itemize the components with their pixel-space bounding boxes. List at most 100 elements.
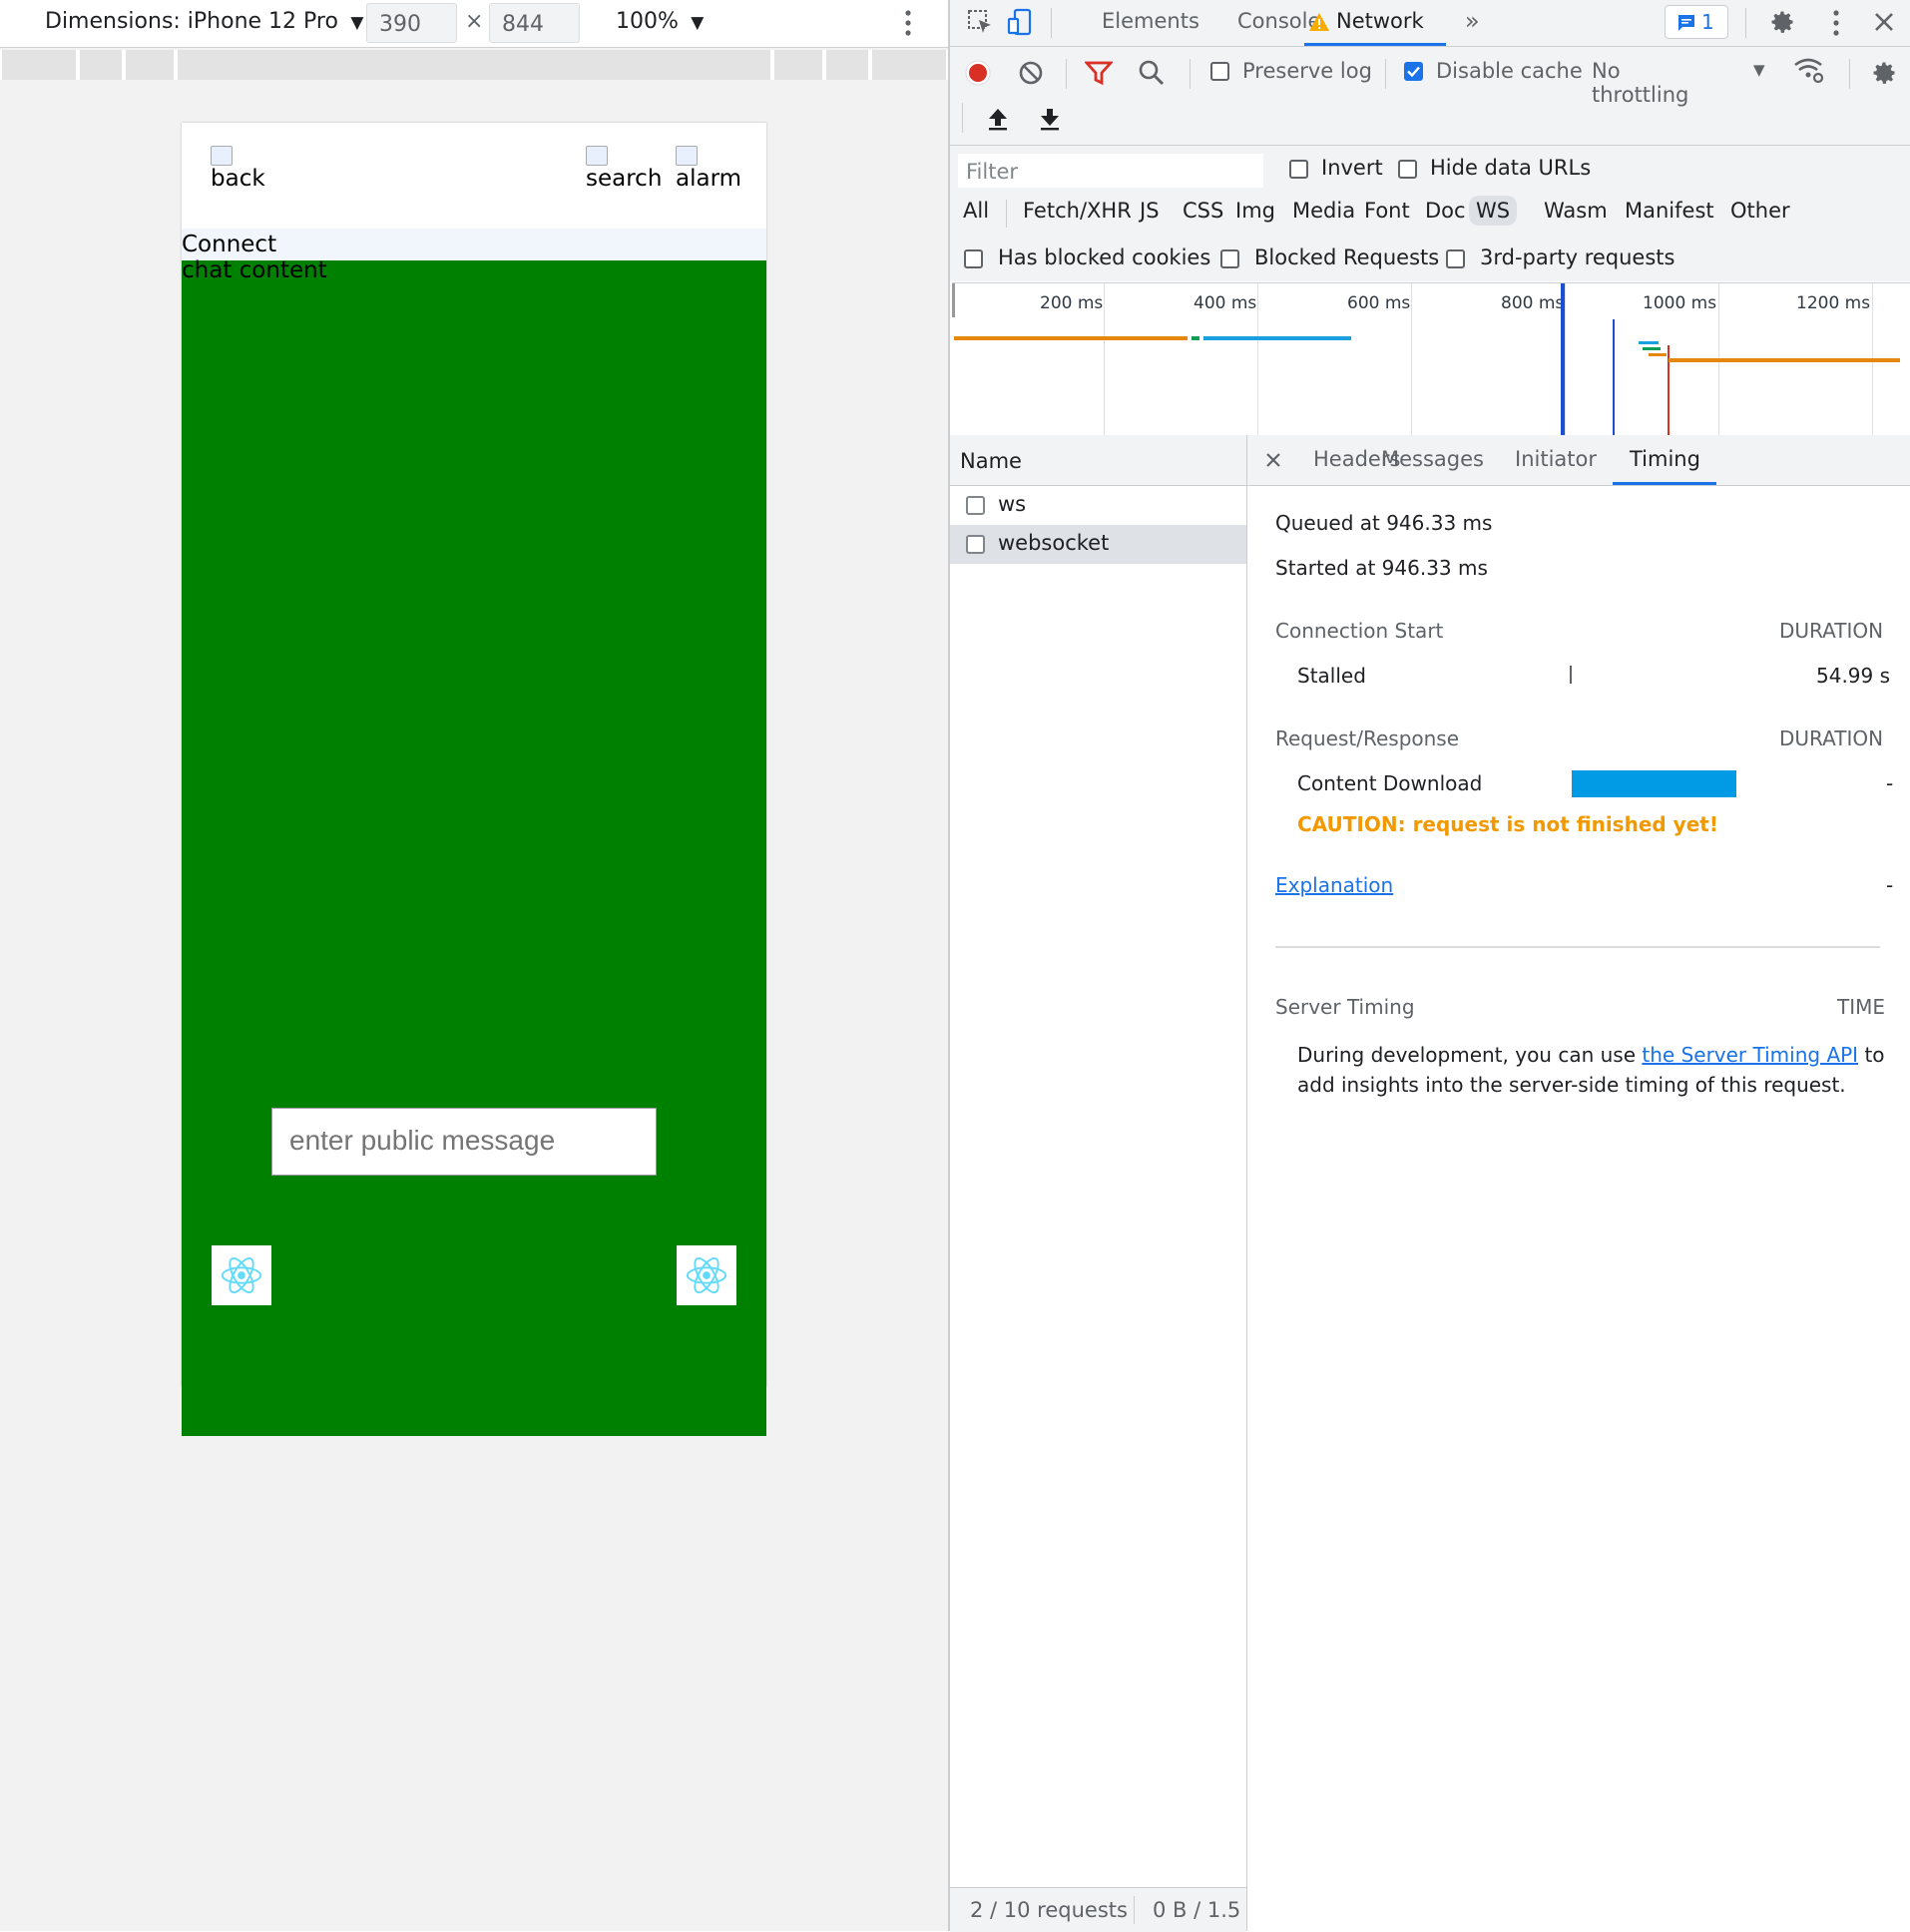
- third-party-requests-checkbox[interactable]: [1446, 249, 1465, 268]
- phone-screen: back search alarm Connect chat content e…: [182, 123, 766, 1436]
- filter-type-manifest[interactable]: Manifest: [1618, 196, 1721, 226]
- more-tabs-icon[interactable]: »: [1465, 7, 1480, 35]
- settings-gear-icon[interactable]: [1766, 6, 1798, 38]
- media-query-ruler[interactable]: [0, 50, 948, 80]
- filter-type-js[interactable]: JS: [1133, 196, 1167, 226]
- device-toolbar-toggle-icon[interactable]: [1004, 6, 1036, 38]
- network-settings-gear-icon[interactable]: [1868, 57, 1900, 89]
- network-conditions-icon[interactable]: [1793, 55, 1825, 87]
- filter-type-other[interactable]: Other: [1723, 196, 1797, 226]
- warning-icon: [1309, 13, 1329, 31]
- close-devtools-icon[interactable]: [1868, 6, 1900, 38]
- import-har-icon[interactable]: [982, 103, 1014, 135]
- connect-bar[interactable]: Connect: [182, 229, 766, 260]
- request-row-websocket[interactable]: websocket: [950, 525, 1246, 564]
- public-message-input[interactable]: enter public message: [271, 1108, 657, 1176]
- filter-type-doc[interactable]: Doc: [1418, 196, 1473, 226]
- tick-label: 600 ms: [1347, 293, 1411, 313]
- device-viewport: Dimensions: iPhone 12 Pro ▼ 390 × 844 10…: [0, 0, 948, 1931]
- disable-cache-checkbox[interactable]: [1404, 62, 1423, 81]
- inspect-element-icon[interactable]: [964, 6, 996, 38]
- issues-badge-button[interactable]: 1: [1665, 5, 1728, 39]
- device-dimensions-select[interactable]: Dimensions: iPhone 12 Pro ▼: [45, 9, 363, 34]
- stalled-label: Stalled: [1297, 664, 1366, 688]
- detail-tab-timing[interactable]: Timing: [1613, 435, 1716, 485]
- request-count: 2 / 10 requests: [970, 1898, 1128, 1922]
- request-name: ws: [998, 492, 1027, 516]
- tab-elements[interactable]: Elements: [1102, 9, 1199, 33]
- device-width-input[interactable]: 390: [366, 3, 457, 43]
- close-detail-icon[interactable]: [1257, 444, 1289, 476]
- overview-bar-websocket: [1669, 358, 1900, 362]
- name-column-header[interactable]: Name: [950, 435, 1246, 486]
- stalled-bar: [1570, 666, 1572, 684]
- green-square[interactable]: [271, 1325, 301, 1355]
- tab-network[interactable]: Network: [1304, 0, 1446, 46]
- request-response-heading: Request/Response: [1275, 726, 1460, 750]
- ruler-segment[interactable]: [826, 50, 868, 80]
- request-row-ws[interactable]: ws: [950, 486, 1246, 525]
- ruler-segment[interactable]: [126, 50, 174, 80]
- blocked-requests-checkbox[interactable]: [1220, 249, 1239, 268]
- more-options-icon[interactable]: [902, 8, 914, 38]
- search-icon[interactable]: [1136, 57, 1168, 89]
- throttling-select[interactable]: No throttling: [1592, 59, 1701, 107]
- invert-label: Invert: [1321, 156, 1383, 180]
- ruler-segment[interactable]: [80, 50, 122, 80]
- caret-down-icon[interactable]: ▼: [1753, 61, 1765, 79]
- ruler-segment[interactable]: [2, 50, 76, 80]
- overview-handle[interactable]: [952, 283, 955, 317]
- search-button[interactable]: search: [586, 146, 662, 192]
- explanation-link[interactable]: Explanation: [1275, 873, 1393, 897]
- stalled-duration: 54.99 s: [1816, 664, 1891, 688]
- ruler-segment[interactable]: [774, 50, 822, 80]
- detail-tab-initiator[interactable]: Initiator: [1515, 447, 1597, 471]
- clear-icon[interactable]: [1015, 57, 1047, 89]
- filter-type-all[interactable]: All: [956, 196, 996, 226]
- server-timing-api-link[interactable]: the Server Timing API: [1642, 1043, 1858, 1067]
- grid-line: [1411, 283, 1412, 435]
- toolbar-separator: [1745, 8, 1746, 38]
- filter-type-wasm[interactable]: Wasm: [1537, 196, 1615, 226]
- caret-down-icon: ▼: [685, 13, 705, 33]
- started-at: Started at 946.33 ms: [1275, 556, 1488, 580]
- react-logo-left-button[interactable]: [212, 1245, 271, 1305]
- filter-input[interactable]: Filter: [958, 154, 1263, 188]
- back-button[interactable]: back: [211, 146, 265, 192]
- issues-count: 1: [1701, 10, 1714, 34]
- zoom-select[interactable]: 100% ▼: [616, 9, 704, 34]
- customize-devtools-icon[interactable]: [1830, 8, 1842, 38]
- ruler-segment[interactable]: [872, 50, 946, 80]
- third-party-requests-label: 3rd-party requests: [1480, 245, 1675, 269]
- has-blocked-cookies-checkbox[interactable]: [964, 249, 983, 268]
- times-sign: ×: [465, 9, 484, 34]
- toolbar-separator: [1190, 59, 1191, 89]
- filter-icon[interactable]: [1083, 57, 1115, 89]
- filter-type-img[interactable]: Img: [1228, 196, 1282, 226]
- ruler-segment[interactable]: [178, 50, 770, 80]
- detail-tab-messages[interactable]: Messages: [1381, 447, 1484, 471]
- request-detail-pane: Headers Messages Initiator Timing Queued…: [1247, 435, 1910, 1931]
- hide-data-urls-checkbox[interactable]: [1398, 160, 1417, 179]
- request-type-icon: [966, 496, 985, 515]
- filter-type-ws[interactable]: WS: [1469, 196, 1518, 226]
- chat-area: chat content: [182, 257, 766, 1436]
- devtools-panel: Elements Console Network » 1 Preserve lo…: [948, 0, 1910, 1932]
- export-har-icon[interactable]: [1034, 103, 1066, 135]
- duration-heading: DURATION: [1779, 726, 1884, 750]
- record-icon[interactable]: [962, 57, 994, 89]
- network-overview-timeline[interactable]: 200 ms 400 ms 600 ms 800 ms 1000 ms 1200…: [952, 282, 1910, 436]
- alarm-button[interactable]: alarm: [676, 146, 741, 192]
- filter-type-font[interactable]: Font: [1357, 196, 1417, 226]
- device-height-input[interactable]: 844: [489, 3, 580, 43]
- filter-type-media[interactable]: Media: [1285, 196, 1362, 226]
- alarm-alt-text: alarm: [676, 166, 742, 192]
- toolbar-separator: [1134, 1896, 1135, 1924]
- filter-type-css[interactable]: CSS: [1176, 196, 1230, 226]
- marker-line-blue: [1613, 319, 1615, 435]
- invert-checkbox[interactable]: [1289, 160, 1308, 179]
- preserve-log-checkbox[interactable]: [1210, 62, 1229, 81]
- react-logo-right-button[interactable]: [677, 1245, 736, 1305]
- filter-type-fetch-xhr[interactable]: Fetch/XHR: [1016, 196, 1139, 226]
- server-timing-info: During development, you can use the Serv…: [1297, 1040, 1896, 1100]
